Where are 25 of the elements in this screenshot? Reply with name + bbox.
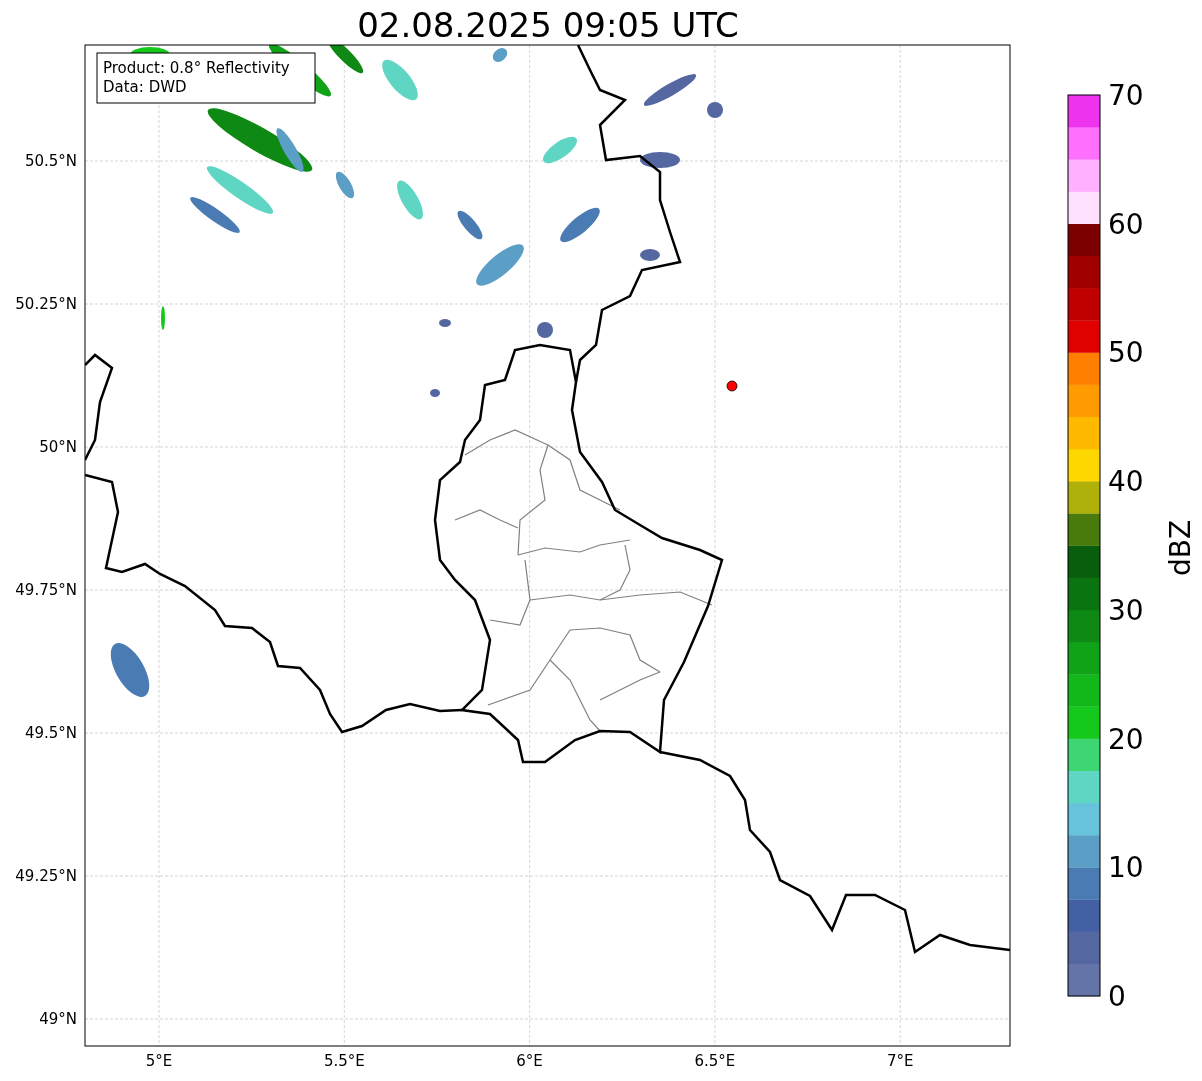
colorbar-tick-label: 40 <box>1108 465 1144 499</box>
axis-tick-label: 49.25°N <box>15 867 77 885</box>
info-text: Data: DWD <box>103 78 187 96</box>
axis-tick-label: 6.5°E <box>694 1052 736 1070</box>
colorbar-tick-label: 70 <box>1108 79 1144 112</box>
location-marker <box>726 380 738 392</box>
axis-tick-label: 50°N <box>39 438 77 456</box>
colorbar-tick-label: 60 <box>1108 207 1144 241</box>
colorbar-tick-label: 0 <box>1108 980 1126 1013</box>
axis-tick-label: 7°E <box>886 1052 914 1070</box>
axis-tick-label: 49.75°N <box>15 581 77 599</box>
axis-tick-label: 49°N <box>39 1010 77 1028</box>
colorbar-tick-label: 50 <box>1108 336 1144 370</box>
axis-tick-label: 5°E <box>145 1052 173 1070</box>
chart-title: 02.08.2025 09:05 UTC <box>357 5 739 45</box>
colorbar-tick-label: 20 <box>1108 722 1144 756</box>
colorbar-tick-label: 30 <box>1108 593 1144 627</box>
axis-tick-label: 50.5°N <box>24 152 77 170</box>
colorbar-label: dBZ <box>1164 519 1197 577</box>
colorbar-tick-label: 10 <box>1108 851 1144 885</box>
axis-tick-label: 49.5°N <box>24 724 77 742</box>
axis-tick-label: 5.5°E <box>323 1052 365 1070</box>
axis-tick-label: 6°E <box>516 1052 543 1070</box>
axis-tick-label: 50.25°N <box>15 295 77 313</box>
info-text: Product: 0.8° Reflectivity <box>103 59 290 77</box>
